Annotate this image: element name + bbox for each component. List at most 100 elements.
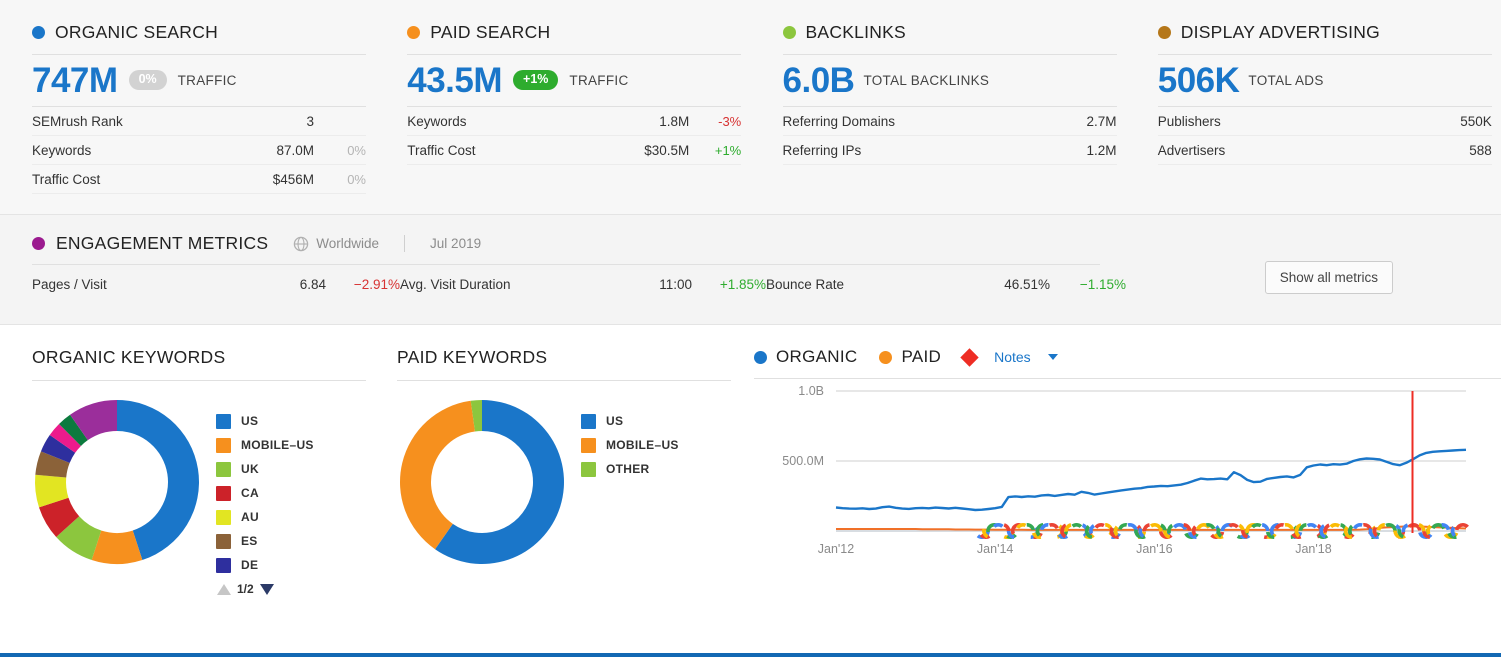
legend-pager: 1/2	[216, 577, 314, 601]
engagement-scope[interactable]: Worldwide	[293, 236, 379, 252]
metric-label: Avg. Visit Duration	[400, 277, 596, 292]
trend-header: ORGANIC PAID Notes 1M 6M 1Y 2Y All Time	[754, 347, 1501, 379]
primary-value: 43.5M	[407, 63, 502, 98]
metric-value: 6.84	[228, 277, 326, 292]
legend-label: UK	[241, 462, 259, 476]
legend-swatch	[216, 438, 231, 453]
table-row: Referring Domains 2.7M	[783, 107, 1117, 136]
primary-value: 6.0B	[783, 63, 855, 98]
table-row: Referring IPs 1.2M	[783, 136, 1117, 165]
globe-icon	[293, 236, 309, 252]
legend-label: US	[241, 414, 258, 428]
legend-swatch	[216, 486, 231, 501]
metric-label: Bounce Rate	[766, 277, 946, 292]
metric-bounce-rate: Bounce Rate 46.51% −1.15%	[766, 277, 1126, 292]
organic-series-dot-icon	[754, 351, 767, 364]
row-key: Traffic Cost	[407, 143, 644, 158]
row-key: SEMrush Rank	[32, 114, 306, 129]
row-key: Referring IPs	[783, 143, 1087, 158]
legend-page-down-button[interactable]	[260, 584, 274, 595]
paid-keywords-legend: US MOBILE–US OTHER	[581, 397, 679, 481]
row-value: 1.8M	[659, 114, 689, 129]
series-label: ORGANIC	[776, 347, 857, 367]
row-delta: 0%	[314, 172, 366, 187]
legend-item[interactable]: OTHER	[581, 457, 679, 481]
row-value: 550K	[1460, 114, 1492, 129]
organic-keywords-donut-chart[interactable]	[32, 397, 202, 567]
panel-title: PAID KEYWORDS	[397, 347, 731, 381]
notes-dropdown[interactable]: Notes	[963, 349, 1058, 365]
row-value: 1.2M	[1086, 143, 1116, 158]
legend-item[interactable]: MOBILE–US	[581, 433, 679, 457]
legend-item[interactable]: UK	[216, 457, 314, 481]
row-key: Keywords	[407, 114, 659, 129]
row-value: 588	[1469, 143, 1492, 158]
card-title: DISPLAY ADVERTISING	[1181, 22, 1380, 43]
legend-swatch	[581, 462, 596, 477]
table-row: Keywords 87.0M 0%	[32, 136, 366, 165]
metric-delta: −2.91%	[326, 277, 400, 292]
row-key: Keywords	[32, 143, 276, 158]
legend-item[interactable]: DE	[216, 553, 314, 577]
metric-value: 46.51%	[946, 277, 1050, 292]
metric-value: 11:00	[596, 277, 692, 292]
series-toggle-paid[interactable]: PAID	[879, 347, 941, 367]
panel-title: ORGANIC KEYWORDS	[32, 347, 366, 381]
card-title: ORGANIC SEARCH	[55, 22, 218, 43]
legend-item[interactable]: MOBILE–US	[216, 433, 314, 457]
metric-label: Pages / Visit	[32, 277, 228, 292]
legend-label: AU	[241, 510, 259, 524]
card-header: ORGANIC SEARCH	[32, 22, 366, 55]
legend-page-up-button[interactable]	[217, 584, 231, 595]
table-row: Keywords 1.8M -3%	[407, 107, 741, 136]
summary-card-organic-search: ORGANIC SEARCH 747M 0% TRAFFIC SEMrush R…	[32, 0, 375, 214]
donut-slice[interactable]	[400, 401, 475, 549]
organic-traffic-line	[836, 450, 1466, 510]
series-toggle-organic[interactable]: ORGANIC	[754, 347, 857, 367]
row-delta: -3%	[689, 114, 741, 129]
card-primary-metric: 43.5M +1% TRAFFIC	[407, 55, 741, 107]
metric-avg-visit-duration: Avg. Visit Duration 11:00 +1.85%	[400, 277, 766, 292]
x-axis-tick-label: Jan'18	[1295, 542, 1331, 556]
legend-item[interactable]: US	[581, 409, 679, 433]
legend-item[interactable]: CA	[216, 481, 314, 505]
show-all-metrics-button[interactable]: Show all metrics	[1265, 261, 1393, 294]
row-value: 2.7M	[1086, 114, 1116, 129]
card-primary-metric: 747M 0% TRAFFIC	[32, 55, 366, 107]
legend-swatch	[216, 534, 231, 549]
chevron-down-icon	[1048, 354, 1058, 360]
row-value: 87.0M	[276, 143, 314, 158]
legend-item[interactable]: US	[216, 409, 314, 433]
organic-keywords-legend: US MOBILE–US UK CA AU	[216, 397, 314, 601]
legend-item[interactable]: AU	[216, 505, 314, 529]
legend-swatch	[216, 558, 231, 573]
primary-label: TRAFFIC	[178, 73, 237, 88]
engagement-dot-icon	[32, 237, 45, 250]
metric-delta: +1.85%	[692, 277, 766, 292]
legend-label: DE	[241, 558, 258, 572]
panel-traffic-trend: ORGANIC PAID Notes 1M 6M 1Y 2Y All Time …	[730, 325, 1501, 655]
metric-pages-per-visit: Pages / Visit 6.84 −2.91%	[32, 277, 400, 292]
engagement-date: Jul 2019	[430, 236, 481, 251]
engagement-metrics-section: ENGAGEMENT METRICS Worldwide Jul 2019 Pa…	[0, 214, 1501, 324]
organic-donut-wrap: US MOBILE–US UK CA AU	[32, 381, 365, 601]
paid-keywords-donut-chart[interactable]	[397, 397, 567, 567]
legend-label: US	[606, 414, 623, 428]
legend-label: OTHER	[606, 462, 650, 476]
card-primary-metric: 6.0B TOTAL BACKLINKS	[783, 55, 1117, 107]
bottom-panels-row: ORGANIC KEYWORDS US MOBILE–US UK	[0, 324, 1501, 655]
legend-swatch	[581, 438, 596, 453]
summary-card-paid-search: PAID SEARCH 43.5M +1% TRAFFIC Keywords 1…	[407, 0, 750, 214]
traffic-trend-line-chart[interactable]: 500.0M1.0BJan'12Jan'14Jan'16Jan'18	[754, 379, 1494, 569]
primary-label: TRAFFIC	[569, 73, 628, 88]
legend-item[interactable]: ES	[216, 529, 314, 553]
summary-cards-row: ORGANIC SEARCH 747M 0% TRAFFIC SEMrush R…	[0, 0, 1501, 214]
row-key: Traffic Cost	[32, 172, 273, 187]
row-delta: 0%	[314, 143, 366, 158]
summary-card-display-advertising: DISPLAY ADVERTISING 506K TOTAL ADS Publi…	[1158, 0, 1501, 214]
table-row: Publishers 550K	[1158, 107, 1492, 136]
footer-accent-bar	[0, 653, 1501, 657]
series-label: PAID	[901, 347, 941, 367]
legend-swatch	[216, 510, 231, 525]
primary-change-badge: +1%	[513, 70, 558, 90]
